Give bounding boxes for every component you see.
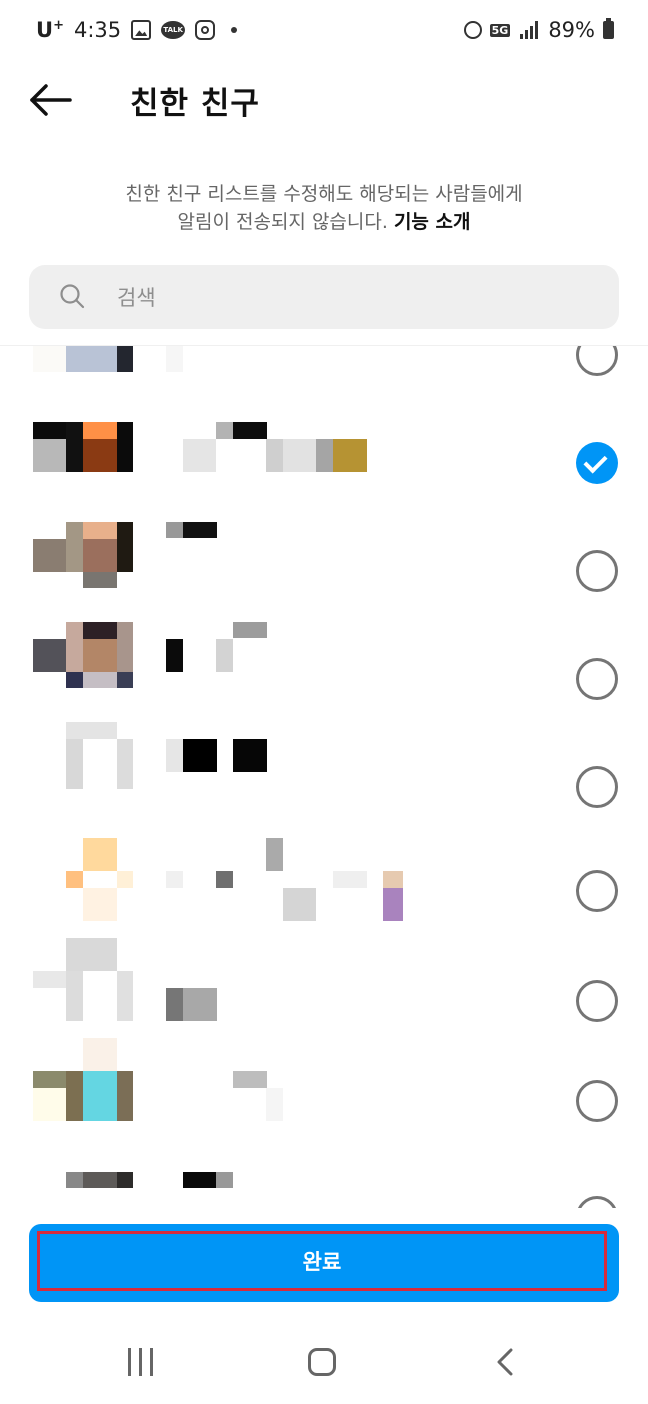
friend-row[interactable] [0, 1172, 648, 1208]
friend-row[interactable] [0, 838, 648, 946]
select-radio[interactable] [576, 1196, 618, 1208]
friend-row[interactable] [0, 938, 648, 1046]
friend-name [166, 522, 406, 622]
carrier-label: U+ [36, 18, 64, 42]
friend-name [166, 346, 406, 406]
search-icon [60, 284, 85, 309]
info-line-2: 알림이 전송되지 않습니다. [177, 211, 388, 233]
battery-icon [603, 18, 614, 39]
feature-intro-link[interactable]: 기능 소개 [394, 211, 471, 233]
select-radio[interactable] [576, 658, 618, 700]
select-radio[interactable] [576, 1080, 618, 1122]
status-bar: U+ 4:35 TALK 5G 89% [0, 0, 648, 64]
alarm-icon [463, 21, 482, 39]
friend-name [166, 938, 406, 1038]
avatar [33, 1038, 133, 1138]
notification-dot-icon [231, 27, 238, 33]
friend-row[interactable] [0, 622, 648, 730]
avatar [33, 522, 133, 622]
friend-row[interactable] [0, 346, 648, 414]
friend-name [166, 422, 406, 522]
avatar [33, 1172, 133, 1208]
search-input[interactable] [115, 265, 599, 331]
selected-check-radio[interactable] [576, 442, 618, 484]
gallery-icon [131, 20, 152, 40]
done-button-container: 완료 [29, 1224, 619, 1302]
friend-name [166, 622, 406, 722]
friend-row[interactable] [0, 1038, 648, 1146]
signal-icon [518, 21, 540, 39]
select-radio[interactable] [576, 346, 618, 376]
clock: 4:35 [73, 18, 122, 42]
kakaotalk-icon: TALK [161, 21, 186, 39]
select-radio[interactable] [576, 870, 618, 912]
friend-row[interactable] [0, 422, 648, 530]
select-radio[interactable] [576, 980, 618, 1022]
info-text: 친한 친구 리스트를 수정해도 해당되는 사람들에게 알림이 전송되지 않습니다… [0, 180, 648, 236]
done-button[interactable]: 완료 [37, 1231, 607, 1291]
avatar [33, 938, 133, 1038]
battery-percent: 89% [548, 18, 595, 42]
friend-list[interactable] [0, 345, 648, 1208]
back-arrow-icon [30, 84, 72, 116]
select-radio[interactable] [576, 550, 618, 592]
home-icon[interactable] [308, 1348, 336, 1376]
page-title: 친한 친구 [130, 86, 260, 122]
friend-name [166, 722, 406, 822]
friend-name [166, 838, 406, 938]
select-radio[interactable] [576, 766, 618, 808]
back-button[interactable] [26, 80, 74, 120]
search-bar[interactable] [29, 265, 619, 331]
avatar [33, 838, 133, 938]
instagram-icon [195, 20, 216, 40]
friend-row[interactable] [0, 722, 648, 830]
friend-row[interactable] [0, 522, 648, 630]
avatar [33, 346, 133, 406]
friend-name [166, 1172, 406, 1208]
system-navigation-bar [0, 1320, 648, 1404]
friend-name [166, 1038, 406, 1138]
nav-back-icon[interactable] [492, 1348, 520, 1376]
recent-apps-icon[interactable] [126, 1348, 156, 1376]
header: 친한 친구 [0, 64, 648, 136]
avatar [33, 722, 133, 822]
network-5g-icon: 5G [489, 23, 511, 37]
info-line-1: 친한 친구 리스트를 수정해도 해당되는 사람들에게 [125, 183, 523, 205]
avatar [33, 622, 133, 722]
avatar [33, 422, 133, 522]
